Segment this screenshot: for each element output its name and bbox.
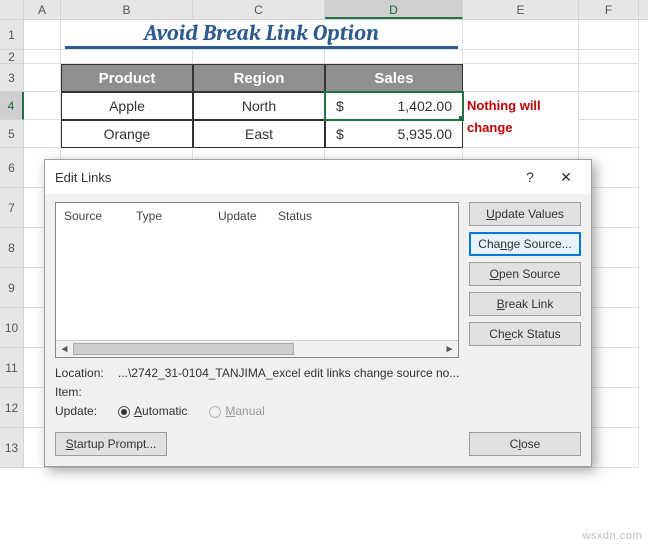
h-scrollbar[interactable]: ◄ ►: [56, 340, 458, 357]
row-11[interactable]: 11: [0, 348, 24, 388]
col-E[interactable]: E: [463, 0, 579, 19]
row-9[interactable]: 9: [0, 268, 24, 308]
update-label: Update:: [55, 402, 110, 421]
cell-F4[interactable]: [579, 92, 639, 120]
break-link-button[interactable]: Break Link: [469, 292, 581, 316]
radio-manual: Manual: [209, 402, 264, 421]
cell-F3[interactable]: [579, 64, 639, 92]
location-label: Location:: [55, 364, 110, 383]
th-region[interactable]: Region: [193, 64, 325, 92]
page-title: Avoid Break Link Option: [65, 20, 458, 49]
cell-A3[interactable]: [24, 64, 61, 92]
th-sales[interactable]: Sales: [325, 64, 463, 92]
cell-A1[interactable]: [24, 20, 61, 50]
row-3[interactable]: 3: [0, 64, 24, 92]
help-button[interactable]: ?: [513, 166, 547, 188]
cell-A2[interactable]: [24, 50, 61, 64]
cell-B4[interactable]: Apple: [61, 92, 193, 120]
row-10[interactable]: 10: [0, 308, 24, 348]
sales-value: 5,935.00: [398, 126, 453, 142]
currency: $: [336, 98, 344, 114]
cell-A4[interactable]: [24, 92, 61, 120]
select-all-corner[interactable]: [0, 0, 24, 19]
change-source-button[interactable]: Change Source...: [469, 232, 581, 256]
cell-F1[interactable]: [579, 20, 639, 50]
dialog-titlebar[interactable]: Edit Links ? ✕: [45, 160, 591, 194]
radio-automatic[interactable]: Automatic: [118, 402, 187, 421]
row-headers: 1 2 3 4 5 6 7 8 9 10 11 12 13: [0, 20, 24, 468]
cell-F2[interactable]: [579, 50, 639, 64]
col-F[interactable]: F: [579, 0, 639, 19]
lh-source[interactable]: Source: [64, 209, 136, 223]
scroll-left-icon[interactable]: ◄: [56, 341, 73, 358]
col-C[interactable]: C: [193, 0, 325, 19]
lh-type[interactable]: Type: [136, 209, 218, 223]
row-1[interactable]: 1: [0, 20, 24, 50]
cell-E3[interactable]: [463, 64, 579, 92]
column-headers: A B C D E F: [0, 0, 648, 20]
scroll-thumb[interactable]: [73, 343, 294, 355]
cell-E1[interactable]: [463, 20, 579, 50]
row-7[interactable]: 7: [0, 188, 24, 228]
cell-C2[interactable]: [193, 50, 325, 64]
dialog-title: Edit Links: [55, 170, 111, 185]
cell-C5[interactable]: East: [193, 120, 325, 148]
th-product[interactable]: Product: [61, 64, 193, 92]
note-line2: change: [463, 120, 579, 148]
col-A[interactable]: A: [24, 0, 61, 19]
location-value: ...\2742_31-0104_TANJIMA_excel edit link…: [118, 364, 459, 383]
cell-title[interactable]: Avoid Break Link Option: [61, 20, 463, 50]
cell-C4[interactable]: North: [193, 92, 325, 120]
cell-D5[interactable]: $ 5,935.00: [325, 120, 463, 148]
dialog-buttons: Update Values Change Source... Open Sour…: [469, 202, 581, 358]
scroll-right-icon[interactable]: ►: [441, 341, 458, 358]
lh-update[interactable]: Update: [218, 209, 278, 223]
cell-A5[interactable]: [24, 120, 61, 148]
radio-dot-icon: [209, 406, 221, 418]
radio-dot-icon: [118, 406, 130, 418]
note-line1: Nothing will: [463, 92, 579, 120]
cell-B2[interactable]: [61, 50, 193, 64]
check-status-button[interactable]: Check Status: [469, 322, 581, 346]
cell-B5[interactable]: Orange: [61, 120, 193, 148]
currency: $: [336, 126, 344, 142]
row-5[interactable]: 5: [0, 120, 24, 148]
lh-status[interactable]: Status: [278, 209, 450, 223]
row-6[interactable]: 6: [0, 148, 24, 188]
scroll-track[interactable]: [73, 341, 441, 358]
col-B[interactable]: B: [61, 0, 193, 19]
list-body[interactable]: [56, 227, 458, 340]
row-12[interactable]: 12: [0, 388, 24, 428]
cell-D4-active[interactable]: $ 1,402.00: [325, 92, 463, 120]
close-icon[interactable]: ✕: [549, 166, 583, 188]
close-button[interactable]: Close: [469, 432, 581, 456]
col-D[interactable]: D: [325, 0, 463, 19]
cell-D2[interactable]: [325, 50, 463, 64]
edit-links-dialog: Edit Links ? ✕ Source Type Update Status…: [44, 159, 592, 467]
links-listbox[interactable]: Source Type Update Status ◄ ►: [55, 202, 459, 358]
sales-value: 1,402.00: [398, 98, 453, 114]
cell-E2[interactable]: [463, 50, 579, 64]
cell-F5[interactable]: [579, 120, 639, 148]
startup-prompt-button[interactable]: Startup Prompt...: [55, 432, 167, 456]
watermark: wsxdn.com: [582, 530, 642, 542]
row-8[interactable]: 8: [0, 228, 24, 268]
item-label: Item:: [55, 383, 110, 402]
row-4[interactable]: 4: [0, 92, 24, 120]
dialog-meta: Location: ...\2742_31-0104_TANJIMA_excel…: [55, 364, 581, 422]
row-13[interactable]: 13: [0, 428, 24, 468]
list-header: Source Type Update Status: [56, 203, 458, 227]
open-source-button[interactable]: Open Source: [469, 262, 581, 286]
update-values-button[interactable]: Update Values: [469, 202, 581, 226]
row-2[interactable]: 2: [0, 50, 24, 64]
